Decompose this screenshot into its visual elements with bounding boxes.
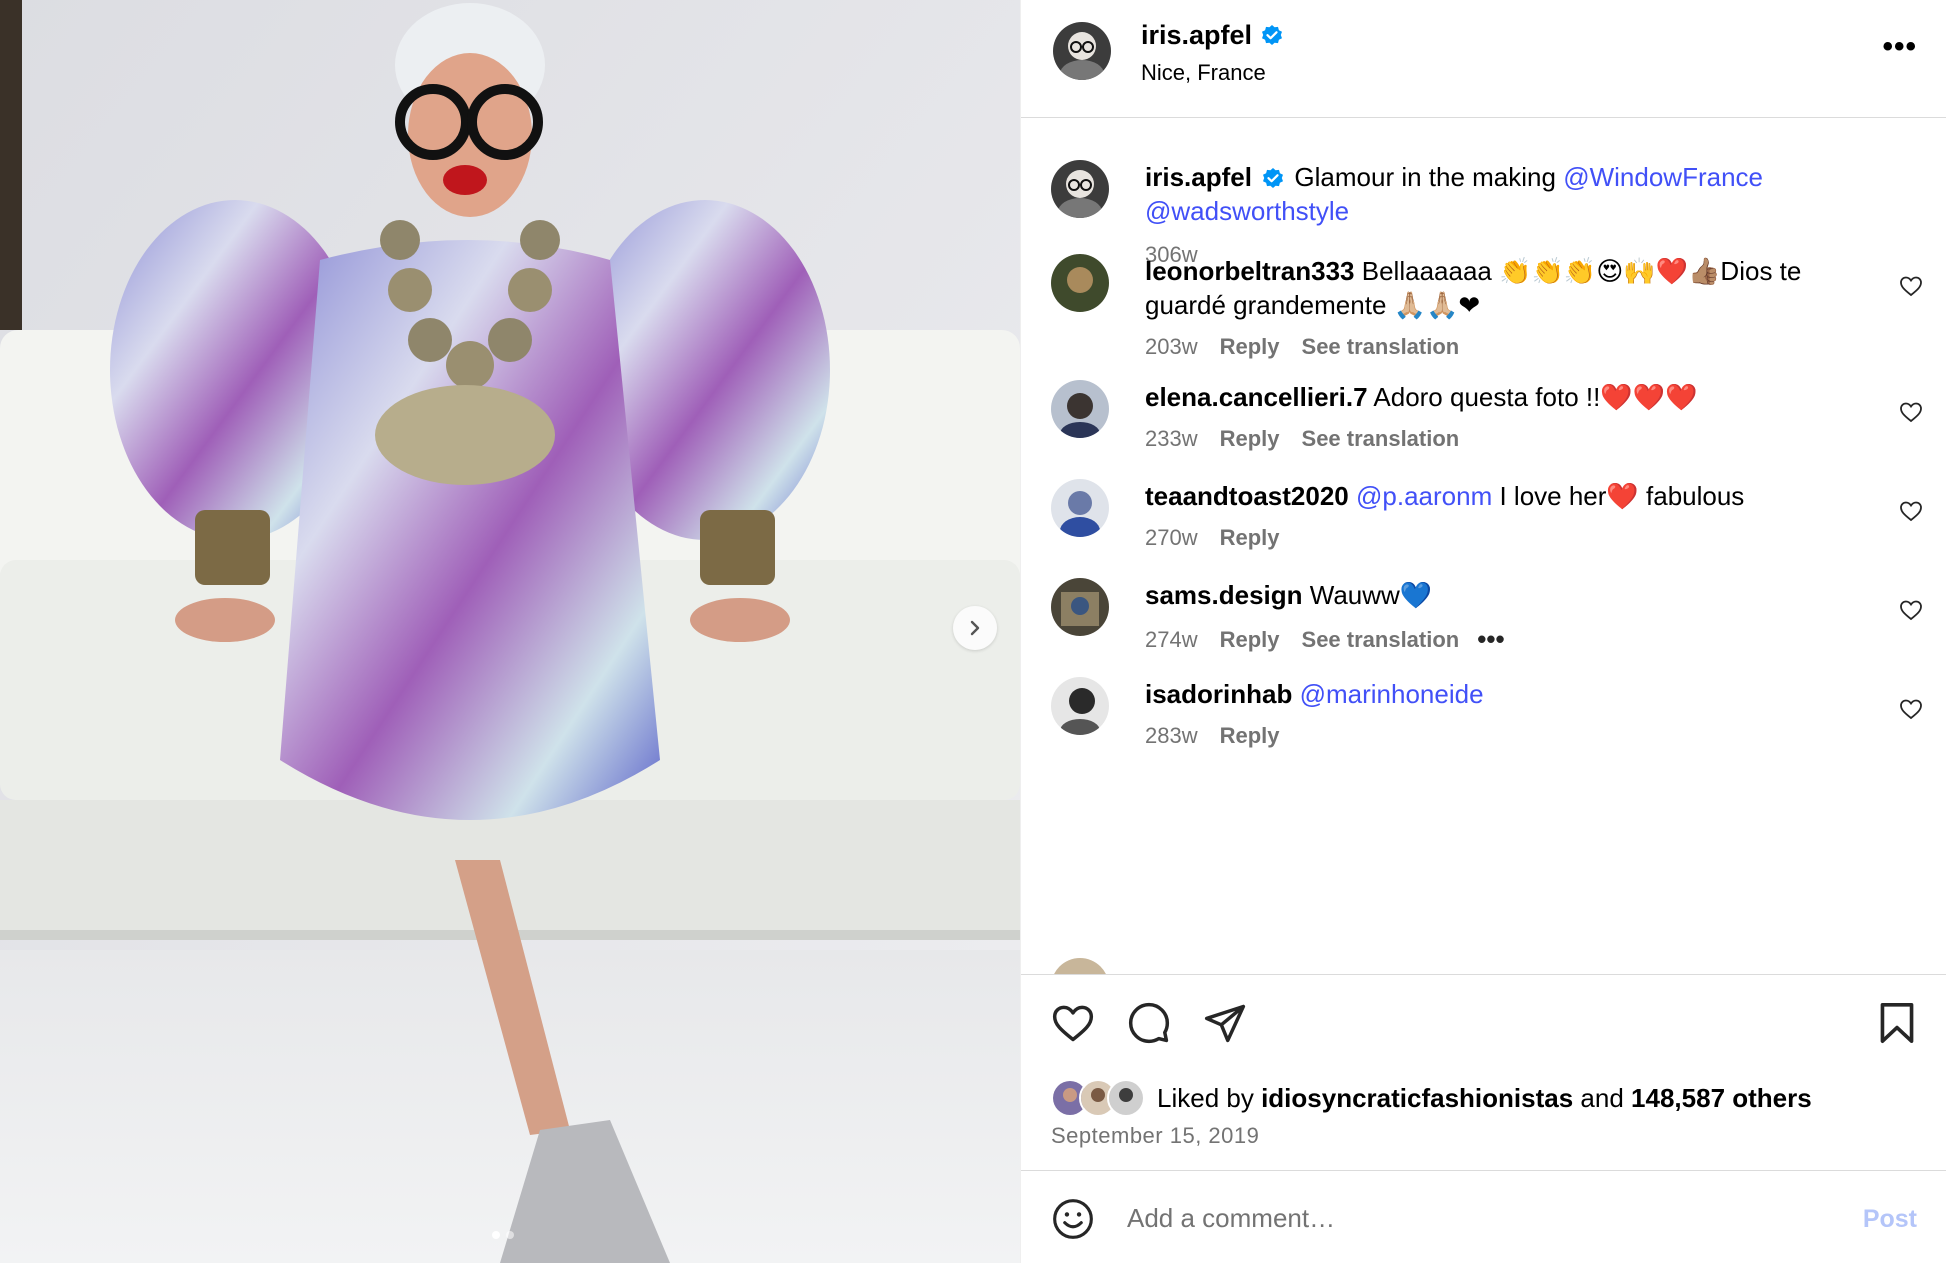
see-translation-button[interactable]: See translation [1302, 426, 1460, 452]
caption-mention[interactable]: @WindowFrance [1563, 162, 1763, 192]
comment-text: sams.design Wauww💙 [1145, 578, 1885, 612]
comment-composer: Post [1021, 1170, 1946, 1263]
comment-age[interactable]: 233w [1145, 426, 1198, 452]
like-comment-heart-icon[interactable] [1899, 400, 1923, 424]
see-translation-button[interactable]: See translation [1302, 334, 1460, 360]
author-avatar[interactable] [1053, 22, 1111, 80]
post-location[interactable]: Nice, France [1141, 60, 1266, 86]
likes-summary: Liked by idiosyncraticfashionistas and 1… [1051, 1079, 1812, 1117]
caption-mention[interactable]: @wadsworthstyle [1145, 196, 1349, 226]
chevron-right-icon [970, 620, 980, 636]
comment-meta: 203w Reply See translation [1145, 334, 1459, 360]
liked-by-user[interactable]: idiosyncraticfashionistas [1261, 1083, 1573, 1114]
reply-button[interactable]: Reply [1220, 334, 1280, 360]
next-photo-button[interactable] [953, 606, 997, 650]
comment-meta: 274w Reply See translation ••• [1145, 624, 1505, 655]
add-comment-input[interactable] [1125, 1195, 1809, 1241]
see-translation-button[interactable]: See translation [1302, 627, 1460, 653]
reply-button[interactable]: Reply [1220, 525, 1280, 551]
more-options-icon[interactable]: ••• [1882, 30, 1917, 64]
comment-meta: 270w Reply [1145, 525, 1280, 551]
comment-age[interactable]: 203w [1145, 334, 1198, 360]
commenter-avatar[interactable] [1051, 254, 1109, 312]
reply-button[interactable]: Reply [1220, 627, 1280, 653]
save-bookmark-icon[interactable] [1877, 1001, 1917, 1045]
comment-body: Wauww💙 [1309, 580, 1433, 610]
commenter-avatar[interactable] [1051, 677, 1109, 735]
comment-username[interactable]: elena.cancellieri.7 [1145, 382, 1368, 412]
commenter-avatar[interactable] [1051, 479, 1109, 537]
liker-avatar [1107, 1079, 1145, 1117]
commenter-avatar[interactable] [1051, 958, 1109, 974]
comment-age[interactable]: 270w [1145, 525, 1198, 551]
reply-button[interactable]: Reply [1220, 723, 1280, 749]
comments-list[interactable]: iris.apfel Glamour in the making @Window… [1021, 118, 1946, 974]
author-username[interactable]: iris.apfel [1141, 20, 1284, 51]
comment-body: Adoro questa foto !!❤️❤️❤️ [1373, 382, 1698, 412]
post-header: iris.apfel Nice, France ••• [1021, 0, 1946, 118]
post-actions: Liked by idiosyncraticfashionistas and 1… [1021, 974, 1946, 1170]
like-comment-heart-icon[interactable] [1899, 697, 1923, 721]
reply-button[interactable]: Reply [1220, 426, 1280, 452]
commenter-avatar[interactable] [1051, 380, 1109, 438]
comment-username[interactable]: teaandtoast2020 [1145, 481, 1349, 511]
comment-age[interactable]: 274w [1145, 627, 1198, 653]
comment-meta: 283w Reply [1145, 723, 1280, 749]
like-comment-heart-icon[interactable] [1899, 499, 1923, 523]
comment-meta: 233w Reply See translation [1145, 426, 1459, 452]
comment-text: isadorinhab @marinhoneide [1145, 677, 1885, 711]
post-date[interactable]: September 15, 2019 [1051, 1123, 1259, 1149]
avatar-image [1051, 958, 1109, 974]
share-paper-plane-icon[interactable] [1203, 1001, 1247, 1045]
comment-text: teaandtoast2020 @p.aaronm I love her❤️ f… [1145, 479, 1885, 513]
caption-username[interactable]: iris.apfel [1145, 162, 1252, 192]
comment-mention[interactable]: @p.aaronm [1356, 481, 1492, 511]
liked-by-prefix: Liked by [1157, 1082, 1254, 1113]
comment-mention[interactable]: @marinhoneide [1300, 679, 1484, 709]
avatar-image [1051, 677, 1109, 735]
carousel-indicator [492, 1231, 514, 1239]
avatar-image [1051, 380, 1109, 438]
liked-by-and: and [1580, 1082, 1624, 1113]
comment-body: I love her❤️ fabulous [1499, 481, 1745, 511]
comment-text: leonorbeltran333 Bellaaaaaa 👏👏👏😍🙌❤️👍🏽Dio… [1145, 254, 1885, 322]
avatar-image [1051, 160, 1109, 218]
carousel-dot-active [492, 1231, 500, 1239]
avatar-image [1109, 1081, 1143, 1115]
like-comment-heart-icon[interactable] [1899, 274, 1923, 298]
comment-options-icon[interactable]: ••• [1477, 624, 1504, 655]
author-username-text[interactable]: iris.apfel [1141, 20, 1252, 51]
like-heart-icon[interactable] [1051, 1001, 1095, 1045]
post-photo[interactable] [0, 0, 1020, 1263]
caption-avatar[interactable] [1051, 160, 1109, 218]
carousel-dot [506, 1231, 514, 1239]
avatar-image [1051, 254, 1109, 312]
caption-body: Glamour in the making [1294, 162, 1556, 192]
verified-badge-icon [1262, 24, 1283, 45]
post-side-panel: iris.apfel Nice, France ••• iris.apfel G… [1020, 0, 1946, 1263]
comment-username[interactable]: isadorinhab [1145, 679, 1292, 709]
commenter-avatar[interactable] [1051, 578, 1109, 636]
avatar-image [1051, 479, 1109, 537]
verified-badge-icon [1263, 168, 1284, 189]
comment-text: elena.cancellieri.7 Adoro questa foto !!… [1145, 380, 1885, 414]
comment-username[interactable]: leonorbeltran333 [1145, 256, 1355, 286]
emoji-smiley-icon[interactable] [1051, 1197, 1095, 1241]
caption-text: iris.apfel Glamour in the making @Window… [1145, 160, 1885, 228]
photo-illustration [0, 0, 1020, 1263]
comment-username[interactable]: sams.design [1145, 580, 1303, 610]
liker-avatars [1051, 1079, 1145, 1117]
post-comment-button[interactable]: Post [1863, 1205, 1917, 1234]
avatar-image [1051, 578, 1109, 636]
likes-count[interactable]: 148,587 others [1631, 1083, 1812, 1114]
comment-age[interactable]: 283w [1145, 723, 1198, 749]
avatar-image [1053, 22, 1111, 80]
comment-bubble-icon[interactable] [1127, 1001, 1171, 1045]
like-comment-heart-icon[interactable] [1899, 598, 1923, 622]
